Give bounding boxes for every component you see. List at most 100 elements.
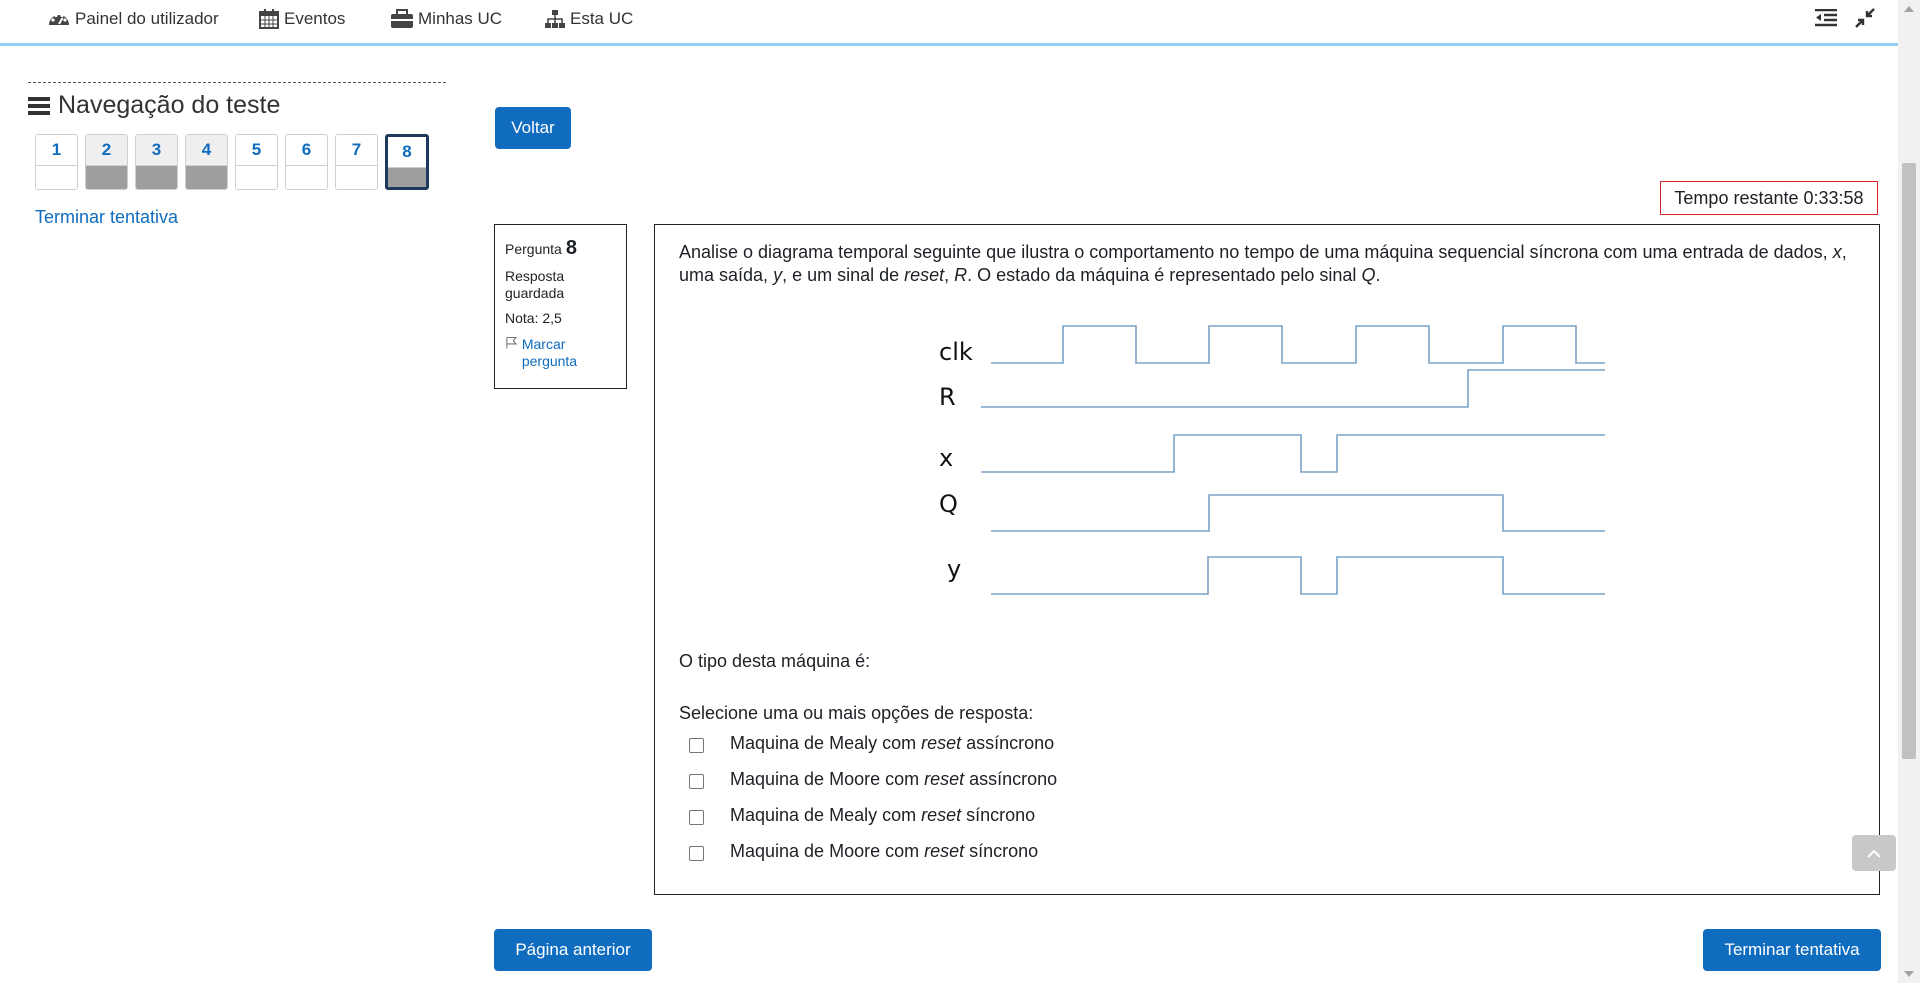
- answer-checkbox[interactable]: [689, 845, 704, 861]
- scroll-up-arrow[interactable]: [1904, 6, 1914, 12]
- answer-instructions: Selecione uma ou mais opções de resposta…: [679, 703, 1034, 723]
- sitemap-icon: [545, 10, 565, 28]
- answer-option-label: Maquina de Mealy com reset síncrono: [730, 805, 1035, 826]
- question-state: Resposta guardada: [505, 268, 565, 301]
- fullscreen-toggle-button[interactable]: [1852, 7, 1878, 29]
- question-number-line: Pergunta 8: [505, 237, 616, 260]
- signal-label-x: x: [939, 444, 953, 472]
- question-text: Analise o diagrama temporal seguinte que…: [679, 241, 1849, 287]
- question-grade: Nota: 2,5: [505, 310, 562, 326]
- question-button-state: [336, 165, 377, 189]
- scroll-to-top-button[interactable]: [1852, 835, 1896, 871]
- flag-question-link[interactable]: Marcar pergunta: [505, 336, 616, 370]
- answer-option-text: Maquina de Mealy com: [730, 804, 922, 825]
- chevron-up-icon: [1867, 849, 1881, 858]
- nav-events-link[interactable]: Eventos: [258, 8, 345, 30]
- answer-option-1[interactable]: Maquina de Mealy com reset assíncrono: [689, 725, 1057, 761]
- answer-checkbox[interactable]: [689, 737, 704, 753]
- question-text-variable: y: [773, 265, 783, 285]
- question-text-segment: .: [1375, 265, 1381, 285]
- question-button-5[interactable]: 5: [235, 134, 278, 190]
- clk-waveform: [991, 325, 1605, 364]
- answer-option-text: síncrono: [961, 804, 1036, 825]
- question-text-variable: Q: [1361, 265, 1376, 285]
- timing-diagram: clk R x Q y: [939, 325, 1605, 595]
- answer-option-text: assíncrono: [964, 768, 1058, 789]
- question-info-box: Pergunta 8 Resposta guardada Nota: 2,5 M…: [494, 224, 627, 389]
- nav-this-course-link[interactable]: Esta UC: [544, 8, 633, 30]
- question-text-segment: . O estado da máquina é representado pel…: [967, 265, 1362, 285]
- outdent-icon: [1815, 9, 1837, 27]
- briefcase-icon: [391, 9, 413, 28]
- scrollbar-thumb[interactable]: [1902, 163, 1916, 759]
- quiz-navigation-label: Navegação do teste: [58, 91, 281, 119]
- timer-label: Tempo restante: [1674, 187, 1799, 208]
- question-button-8[interactable]: 8: [385, 134, 429, 190]
- scroll-down-arrow[interactable]: [1904, 971, 1914, 977]
- finish-attempt-link[interactable]: Terminar tentativa: [35, 207, 446, 228]
- answer-option-text: Maquina de Moore com: [730, 768, 925, 789]
- answer-option-3[interactable]: Maquina de Mealy com reset síncrono: [689, 797, 1057, 833]
- calendar-icon: [259, 9, 279, 29]
- signal-label-clk: clk: [939, 338, 973, 366]
- question-button-2[interactable]: 2: [85, 134, 128, 190]
- signal-label-q: Q: [939, 490, 958, 518]
- hamburger-icon: [28, 96, 50, 115]
- question-button-label: 8: [388, 137, 426, 167]
- question-button-7[interactable]: 7: [335, 134, 378, 190]
- nav-dashboard-link[interactable]: Painel do utilizador: [47, 8, 219, 30]
- sidebar-divider: [28, 82, 446, 83]
- question-text-segment: , e um sinal de: [782, 265, 905, 285]
- answer-option-text: reset: [921, 732, 962, 753]
- answer-option-2[interactable]: Maquina de Moore com reset assíncrono: [689, 761, 1057, 797]
- question-button-label: 7: [336, 135, 377, 165]
- question-text-segment: Analise o diagrama temporal seguinte que…: [679, 242, 1833, 262]
- question-button-3[interactable]: 3: [135, 134, 178, 190]
- y-waveform: [991, 556, 1605, 595]
- nav-my-courses-label: Minhas UC: [418, 9, 503, 28]
- signal-label-y: y: [947, 555, 961, 583]
- question-button-state: [86, 165, 127, 189]
- vertical-scrollbar[interactable]: [1898, 0, 1920, 983]
- question-button-state: [36, 165, 77, 189]
- answer-option-4[interactable]: Maquina de Moore com reset síncrono: [689, 833, 1057, 869]
- answer-option-text: Maquina de Moore com: [730, 840, 925, 861]
- answer-option-text: Maquina de Mealy com: [730, 732, 922, 753]
- nav-events-label: Eventos: [284, 9, 346, 28]
- answer-checkbox[interactable]: [689, 773, 704, 789]
- question-button-4[interactable]: 4: [185, 134, 228, 190]
- top-navbar: Painel do utilizador Eventos Minhas UC E…: [0, 0, 1898, 46]
- nav-my-courses-link[interactable]: Minhas UC: [390, 8, 502, 30]
- timer-value: 0:33:58: [1803, 187, 1864, 208]
- timer: Tempo restante 0:33:58: [1660, 181, 1878, 215]
- flag-icon: [506, 336, 518, 349]
- question-buttons: 12345678: [35, 134, 446, 190]
- question-button-label: 2: [86, 135, 127, 165]
- back-button[interactable]: Voltar: [495, 107, 571, 149]
- compress-icon: [1855, 8, 1875, 28]
- toggle-drawer-button[interactable]: [1813, 7, 1839, 29]
- question-button-6[interactable]: 6: [285, 134, 328, 190]
- answer-checkbox[interactable]: [689, 809, 704, 825]
- x-waveform: [981, 434, 1605, 473]
- nav-dashboard-label: Painel do utilizador: [75, 9, 219, 28]
- flag-question-label: Marcar pergunta: [521, 336, 578, 369]
- question-number: 8: [565, 237, 577, 259]
- quiz-navigation-title: Navegação do teste: [28, 91, 446, 120]
- r-waveform: [981, 369, 1605, 408]
- question-button-label: 5: [236, 135, 277, 165]
- question-text-variable: reset: [904, 265, 945, 285]
- question-button-state: [236, 165, 277, 189]
- question-button-label: 1: [36, 135, 77, 165]
- question-button-1[interactable]: 1: [35, 134, 78, 190]
- finish-attempt-button[interactable]: Terminar tentativa: [1703, 929, 1881, 971]
- question-button-label: 4: [186, 135, 227, 165]
- question-button-state: [388, 167, 426, 187]
- question-text-variable: x: [1832, 242, 1842, 262]
- previous-page-button[interactable]: Página anterior: [494, 929, 652, 971]
- question-prefix: Pergunta: [505, 241, 562, 257]
- answer-options: Maquina de Mealy com reset assíncrono Maq…: [689, 725, 1057, 869]
- answer-option-text: assíncrono: [961, 732, 1055, 753]
- question-text-variable: R: [954, 265, 968, 285]
- question-button-state: [186, 165, 227, 189]
